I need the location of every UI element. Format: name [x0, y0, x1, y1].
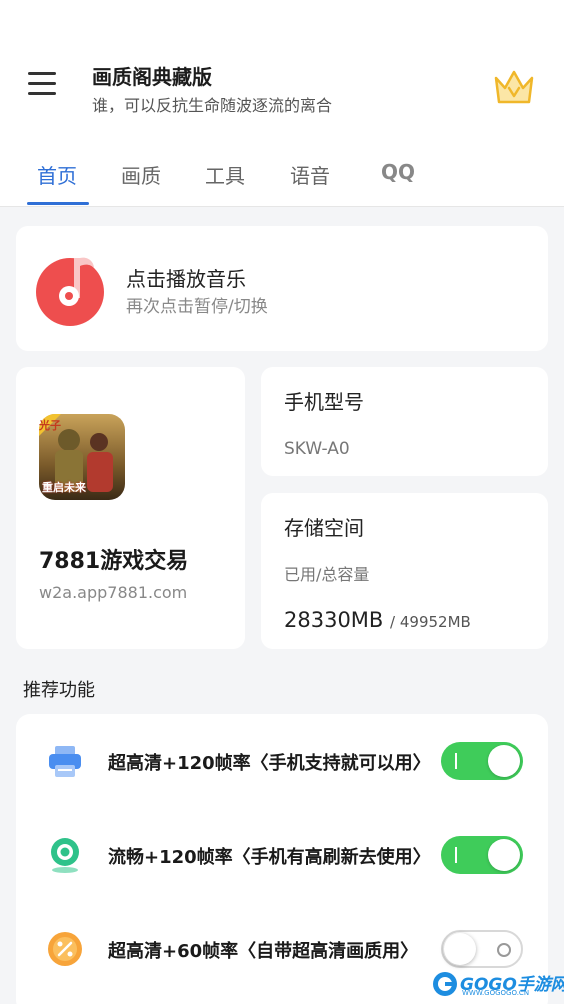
tab-bar: 首页 画质 工具 语音 QQ — [0, 150, 564, 206]
tab-home[interactable]: 首页 — [37, 160, 77, 189]
feature-toggle[interactable] — [441, 930, 523, 968]
storage-used: 28330MB — [284, 608, 384, 632]
music-title: 点击播放音乐 — [126, 267, 246, 291]
feature-toggle[interactable] — [441, 742, 523, 780]
tab-indicator — [27, 202, 89, 205]
menu-icon[interactable] — [28, 72, 60, 100]
storage-usage: 28330MB / 49952MB — [284, 608, 471, 632]
storage-total: / 49952MB — [390, 613, 471, 631]
game-url: w2a.app7881.com — [39, 583, 188, 602]
feature-row: 流畅+120帧率〈手机有高刷新去使用〉 — [16, 824, 548, 884]
watermark-logo: GOGO手游网 WWW.GOGOGO.CN — [432, 968, 564, 1000]
storage-title: 存储空间 — [284, 516, 364, 540]
tab-qq[interactable]: QQ — [381, 160, 415, 184]
crown-icon[interactable] — [492, 66, 536, 108]
app-title: 画质阁典藏版 — [92, 65, 212, 89]
music-subtitle: 再次点击暂停/切换 — [126, 297, 268, 317]
feature-label: 超高清+60帧率〈自带超高清画质用〉 — [108, 941, 419, 962]
percent-icon — [48, 932, 82, 966]
model-title: 手机型号 — [284, 390, 364, 414]
feature-toggle[interactable] — [441, 836, 523, 874]
features-list: 超高清+120帧率〈手机支持就可以用〉 流畅+120帧率〈手机有高刷新去使用〉 … — [16, 714, 548, 1004]
storage-card: 存储空间 已用/总容量 28330MB / 49952MB — [261, 493, 548, 649]
music-card[interactable]: 点击播放音乐 再次点击暂停/切换 — [16, 226, 548, 351]
storage-label: 已用/总容量 — [284, 565, 370, 584]
feature-label: 流畅+120帧率〈手机有高刷新去使用〉 — [108, 847, 431, 868]
tab-voice[interactable]: 语音 — [290, 160, 330, 189]
tab-quality[interactable]: 画质 — [121, 160, 161, 189]
device-model-card: 手机型号 SKW-A0 — [261, 367, 548, 476]
tab-tools[interactable]: 工具 — [205, 160, 245, 189]
game-icon-caption: 重启未来 — [42, 481, 86, 494]
watermark-icon — [433, 972, 457, 996]
feature-row: 超高清+120帧率〈手机支持就可以用〉 — [16, 730, 548, 790]
model-value: SKW-A0 — [284, 439, 350, 459]
app-subtitle: 谁，可以反抗生命随波逐流的离合 — [92, 96, 333, 115]
printer-icon — [49, 746, 81, 777]
game-icon-badge: 光子 — [39, 419, 61, 432]
webcam-icon — [51, 838, 79, 873]
watermark-subtext: WWW.GOGOGO.CN — [462, 989, 530, 997]
feature-label: 超高清+120帧率〈手机支持就可以用〉 — [108, 753, 431, 774]
music-note-icon — [36, 257, 104, 326]
game-ad-card[interactable]: 光子 重启未来 7881游戏交易 w2a.app7881.com — [16, 367, 245, 649]
section-title: 推荐功能 — [23, 680, 95, 701]
game-name: 7881游戏交易 — [39, 549, 189, 574]
